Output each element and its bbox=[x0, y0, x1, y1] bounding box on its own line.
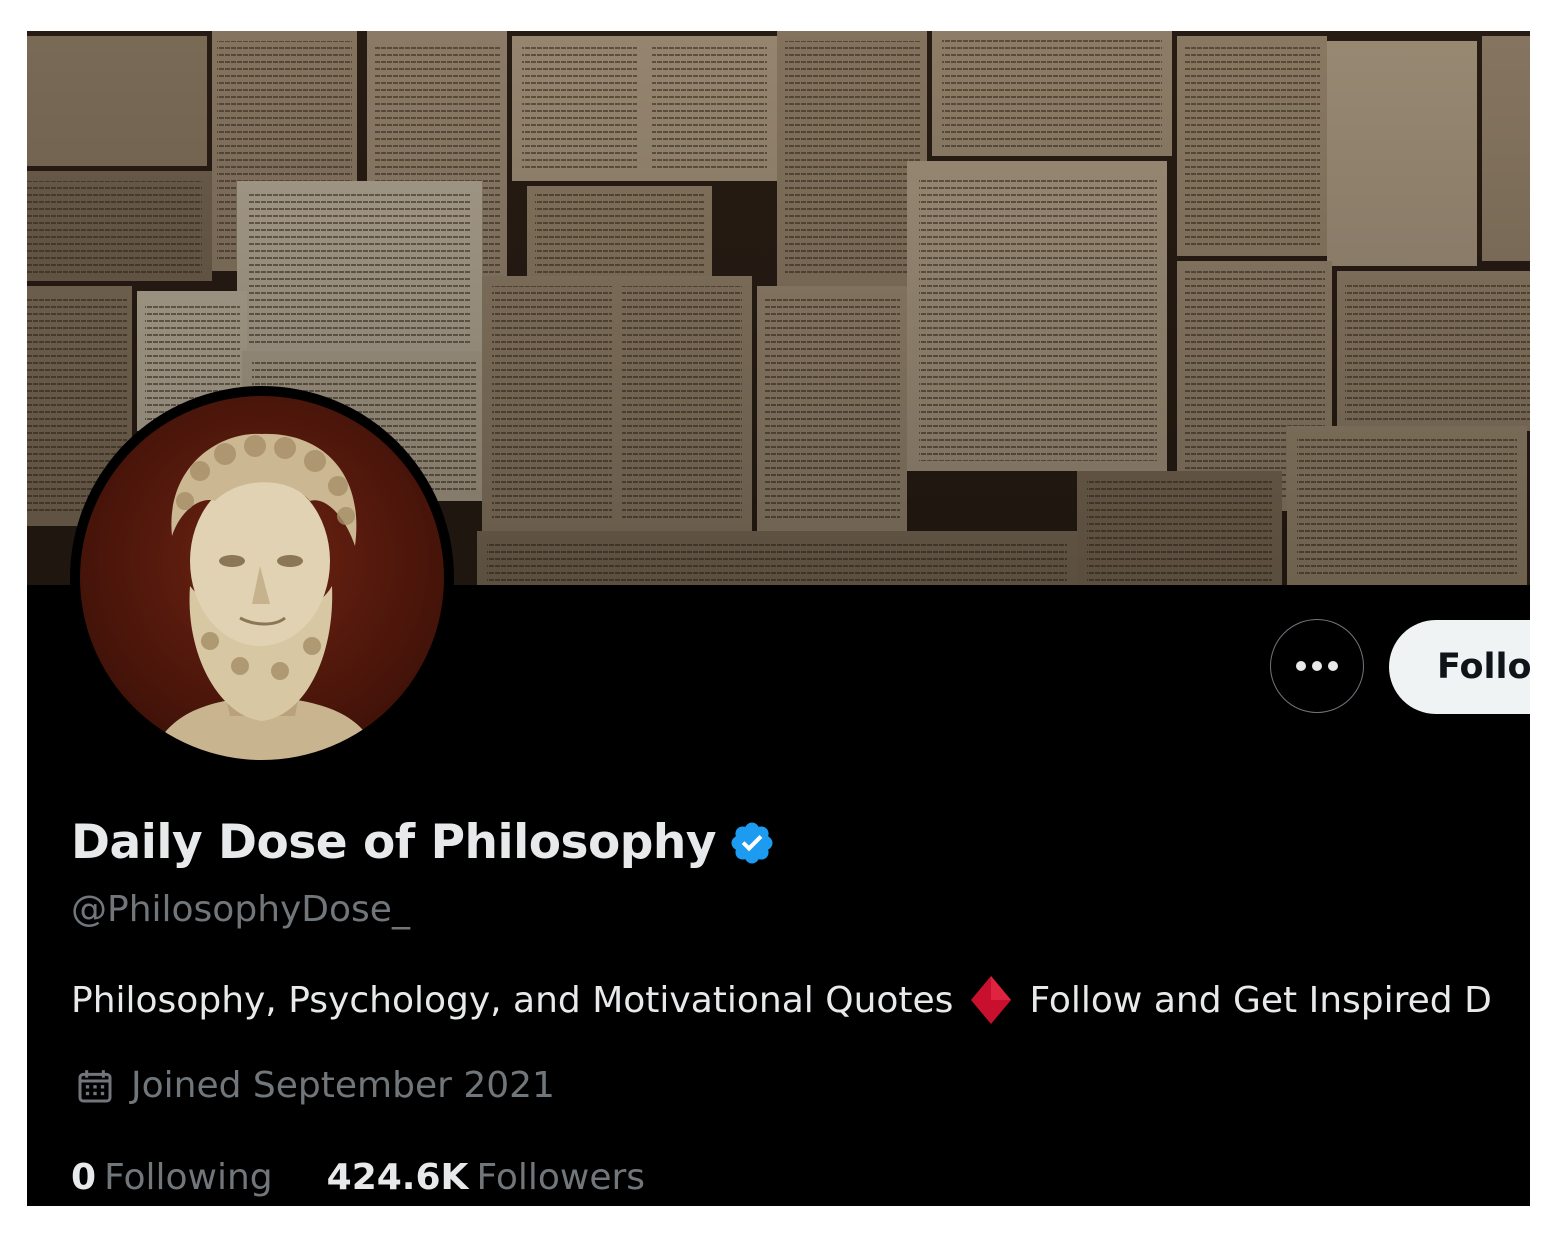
profile-header: Follo Daily Dose of Philosophy @Philosop… bbox=[27, 31, 1530, 1206]
following-count: 0 bbox=[71, 1157, 97, 1198]
more-horizontal-icon bbox=[1296, 661, 1338, 671]
followers-link[interactable]: 424.6K Followers bbox=[327, 1157, 645, 1198]
follow-stats: 0 Following 424.6K Followers bbox=[71, 1157, 699, 1198]
followers-label: Followers bbox=[476, 1157, 646, 1198]
profile-handle: @PhilosophyDose_ bbox=[71, 889, 410, 930]
name-row: Daily Dose of Philosophy bbox=[71, 815, 776, 870]
profile-avatar[interactable] bbox=[70, 386, 454, 770]
more-options-button[interactable] bbox=[1270, 619, 1364, 713]
follow-button[interactable]: Follo bbox=[1389, 620, 1530, 714]
profile-bio: Philosophy, Psychology, and Motivational… bbox=[71, 976, 1492, 1024]
following-link[interactable]: 0 Following bbox=[71, 1157, 273, 1198]
followers-count: 424.6K bbox=[326, 1157, 469, 1198]
bio-text-part1: Philosophy, Psychology, and Motivational… bbox=[71, 979, 954, 1021]
verified-badge-icon[interactable] bbox=[728, 819, 776, 867]
bio-text-part2: Follow and Get Inspired D bbox=[1029, 979, 1492, 1021]
bust-portrait-image bbox=[80, 396, 444, 760]
join-date-text: Joined September 2021 bbox=[131, 1065, 555, 1106]
join-date: Joined September 2021 bbox=[75, 1065, 555, 1106]
display-name: Daily Dose of Philosophy bbox=[71, 815, 717, 870]
following-label: Following bbox=[104, 1157, 273, 1198]
red-diamond-icon bbox=[971, 976, 1012, 1024]
calendar-icon bbox=[78, 1069, 112, 1102]
